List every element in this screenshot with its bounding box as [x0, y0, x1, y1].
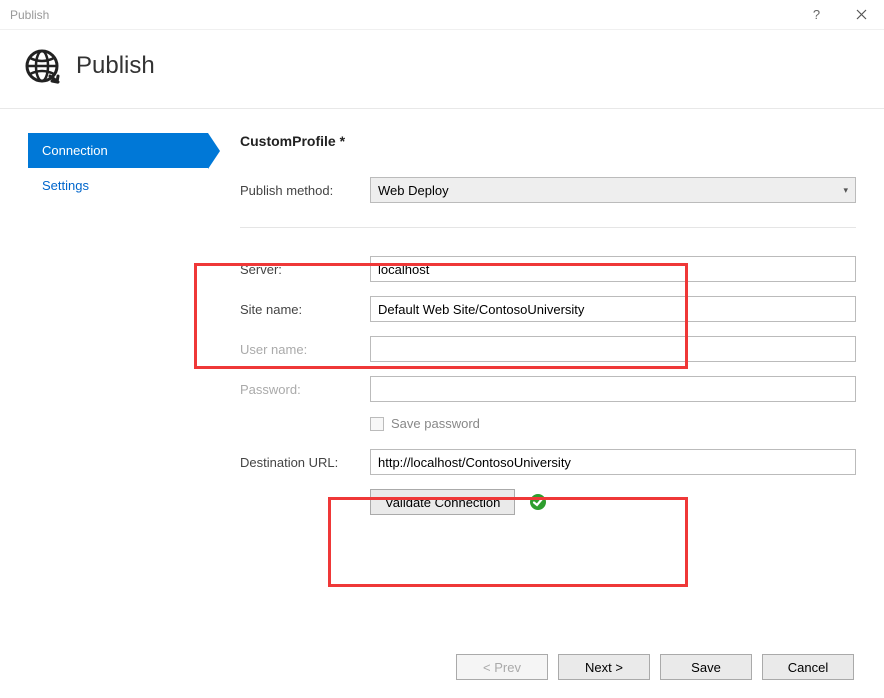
save-password-checkbox[interactable] — [370, 417, 384, 431]
destination-url-input[interactable] — [370, 449, 856, 475]
close-button[interactable] — [839, 0, 884, 30]
save-button[interactable]: Save — [660, 654, 752, 680]
save-password-label: Save password — [391, 416, 480, 431]
validate-connection-button[interactable]: Validate Connection — [370, 489, 515, 515]
server-input[interactable] — [370, 256, 856, 282]
header: Publish — [0, 30, 884, 109]
cancel-button[interactable]: Cancel — [762, 654, 854, 680]
tab-connection[interactable]: Connection — [28, 133, 208, 168]
password-input[interactable] — [370, 376, 856, 402]
divider — [240, 227, 856, 228]
window-title: Publish — [10, 8, 794, 22]
main-panel: CustomProfile * Publish method: Web Depl… — [208, 133, 856, 515]
page-title: Publish — [76, 52, 155, 80]
password-label: Password: — [240, 382, 370, 397]
tab-label: Connection — [42, 143, 108, 158]
check-success-icon — [529, 493, 547, 511]
chevron-down-icon: ▾ — [843, 185, 848, 196]
site-name-label: Site name: — [240, 302, 370, 317]
close-icon — [856, 9, 867, 20]
destination-url-label: Destination URL: — [240, 455, 370, 470]
tab-settings[interactable]: Settings — [28, 168, 208, 203]
user-name-label: User name: — [240, 342, 370, 357]
sidebar: Connection Settings — [28, 133, 208, 515]
prev-button: < Prev — [456, 654, 548, 680]
help-button[interactable]: ? — [794, 0, 839, 30]
tab-label: Settings — [42, 178, 89, 193]
select-value: Web Deploy — [378, 183, 449, 198]
titlebar: Publish ? — [0, 0, 884, 30]
publish-method-select[interactable]: Web Deploy ▾ — [370, 177, 856, 203]
publish-method-label: Publish method: — [240, 183, 370, 198]
profile-title: CustomProfile * — [240, 133, 856, 149]
globe-icon — [24, 48, 60, 84]
next-button[interactable]: Next > — [558, 654, 650, 680]
server-label: Server: — [240, 262, 370, 277]
user-name-input[interactable] — [370, 336, 856, 362]
dialog-footer: < Prev Next > Save Cancel — [456, 654, 854, 680]
site-name-input[interactable] — [370, 296, 856, 322]
help-icon: ? — [813, 7, 820, 22]
